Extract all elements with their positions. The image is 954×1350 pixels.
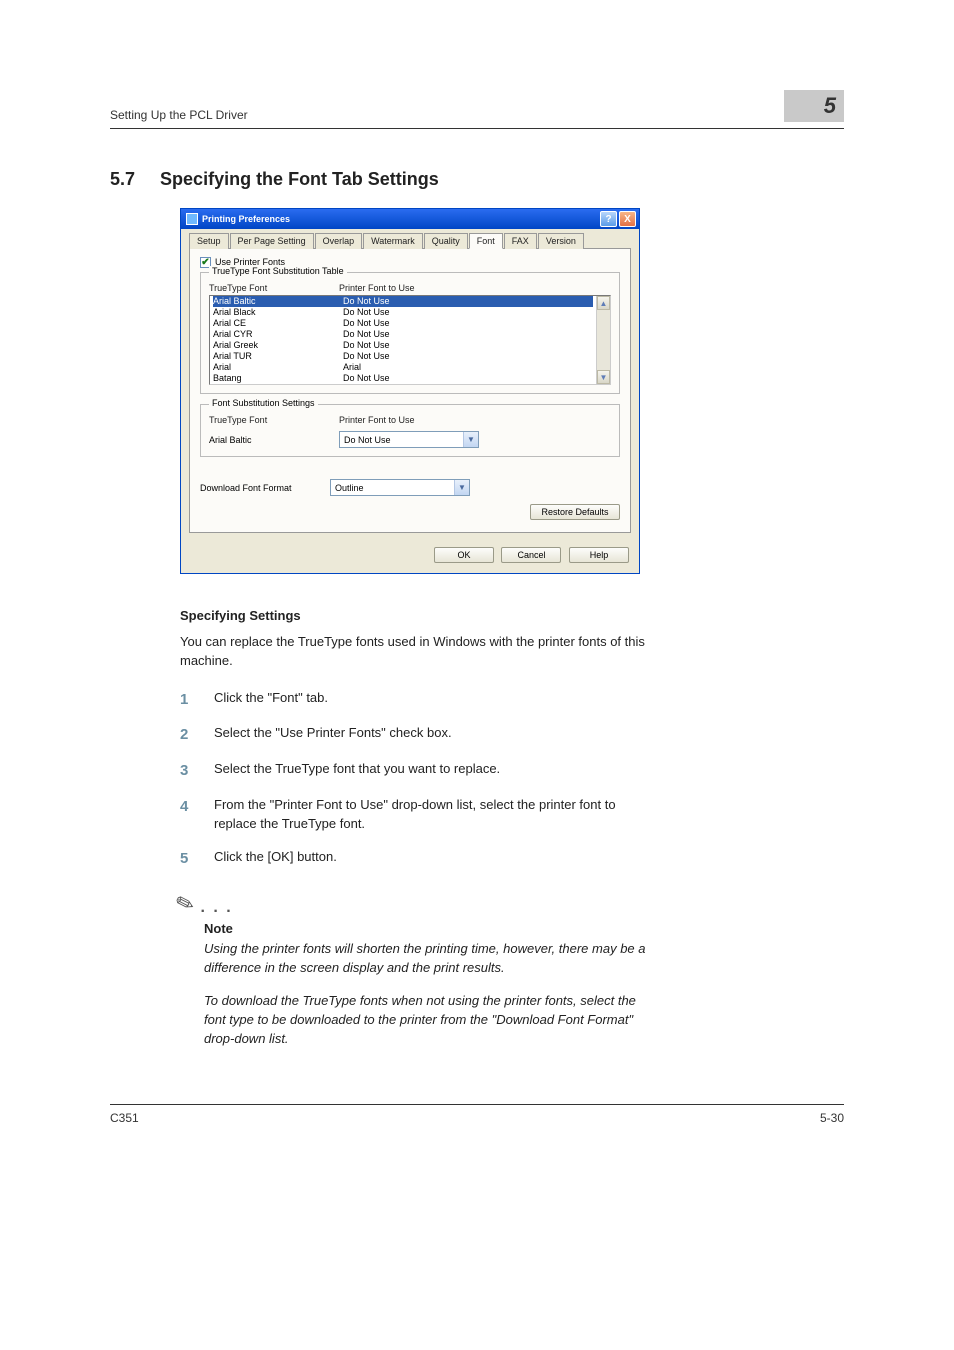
section-heading: Specifying the Font Tab Settings bbox=[160, 169, 439, 189]
step-item: Click the "Font" tab. bbox=[180, 689, 660, 711]
list-item: Arial BlackDo Not Use bbox=[210, 307, 596, 318]
tab-fax[interactable]: FAX bbox=[504, 233, 537, 249]
page-header: Setting Up the PCL Driver 5 bbox=[110, 90, 844, 129]
tab-quality[interactable]: Quality bbox=[424, 233, 468, 249]
restore-defaults-button[interactable]: Restore Defaults bbox=[530, 504, 620, 520]
section-number: 5.7 bbox=[110, 169, 135, 189]
printer-icon bbox=[186, 213, 198, 225]
step-item: Select the "Use Printer Fonts" check box… bbox=[180, 724, 660, 746]
list-item: ArialArial bbox=[210, 362, 596, 373]
font-tab-pane: ✔ Use Printer Fonts TrueType Font Substi… bbox=[189, 248, 631, 533]
dialog-tabs: Setup Per Page Setting Overlap Watermark… bbox=[189, 233, 631, 249]
list-item: Arial TURDo Not Use bbox=[210, 351, 596, 362]
ellipsis-icon: . . . bbox=[200, 899, 232, 917]
tab-per-page-setting[interactable]: Per Page Setting bbox=[230, 233, 314, 249]
note-label: Note bbox=[204, 921, 660, 936]
list-scrollbar[interactable]: ▲ ▼ bbox=[596, 296, 610, 384]
step-item: Select the TrueType font that you want t… bbox=[180, 760, 660, 782]
cancel-button[interactable]: Cancel bbox=[501, 547, 561, 563]
tab-watermark[interactable]: Watermark bbox=[363, 233, 423, 249]
font-list[interactable]: Arial BalticDo Not Use Arial BlackDo Not… bbox=[209, 295, 611, 385]
settings-label-printer-font: Printer Font to Use bbox=[339, 415, 611, 425]
note-paragraph-1: Using the printer fonts will shorten the… bbox=[204, 940, 660, 978]
printer-font-dropdown-value: Do Not Use bbox=[340, 432, 463, 447]
step-item: Click the [OK] button. bbox=[180, 848, 660, 870]
note-paragraph-2: To download the TrueType fonts when not … bbox=[204, 992, 660, 1049]
titlebar-help-button[interactable]: ? bbox=[600, 211, 617, 227]
list-item: Arial GreekDo Not Use bbox=[210, 340, 596, 351]
ok-button[interactable]: OK bbox=[434, 547, 494, 563]
list-item: Arial BalticDo Not Use bbox=[210, 296, 596, 307]
subheading-specifying-settings: Specifying Settings bbox=[180, 608, 660, 623]
scroll-down-button[interactable]: ▼ bbox=[597, 370, 610, 384]
substitution-settings-fieldset: Font Substitution Settings TrueType Font… bbox=[200, 404, 620, 457]
col-header-printer-font: Printer Font to Use bbox=[339, 283, 611, 293]
step-item: From the "Printer Font to Use" drop-down… bbox=[180, 796, 660, 834]
tab-font[interactable]: Font bbox=[469, 233, 503, 249]
selected-truetype-value: Arial Baltic bbox=[209, 435, 339, 445]
intro-paragraph: You can replace the TrueType fonts used … bbox=[180, 633, 660, 671]
header-left-text: Setting Up the PCL Driver bbox=[110, 108, 248, 122]
substitution-table-legend: TrueType Font Substitution Table bbox=[209, 266, 347, 276]
substitution-settings-legend: Font Substitution Settings bbox=[209, 398, 318, 408]
footer-left: C351 bbox=[110, 1111, 139, 1125]
chapter-number-box: 5 bbox=[784, 90, 844, 122]
printer-font-dropdown[interactable]: Do Not Use ▼ bbox=[339, 431, 479, 448]
list-item: Arial CEDo Not Use bbox=[210, 318, 596, 329]
list-item: BatangDo Not Use bbox=[210, 373, 596, 384]
chevron-down-icon[interactable]: ▼ bbox=[454, 480, 469, 495]
settings-label-truetype: TrueType Font bbox=[209, 415, 339, 425]
dialog-title: Printing Preferences bbox=[202, 214, 290, 224]
pencil-icon: ✎ bbox=[172, 889, 198, 919]
scroll-up-button[interactable]: ▲ bbox=[597, 296, 610, 310]
download-font-format-label: Download Font Format bbox=[200, 483, 330, 493]
col-header-truetype: TrueType Font bbox=[209, 283, 339, 293]
printing-preferences-dialog: Printing Preferences ? X Setup Per Page … bbox=[180, 208, 640, 574]
chapter-number: 5 bbox=[824, 93, 836, 119]
chevron-down-icon[interactable]: ▼ bbox=[463, 432, 478, 447]
footer-right: 5-30 bbox=[820, 1111, 844, 1125]
page-footer: C351 5-30 bbox=[110, 1104, 844, 1125]
tab-version[interactable]: Version bbox=[538, 233, 584, 249]
titlebar-close-button[interactable]: X bbox=[619, 211, 636, 227]
steps-list: Click the "Font" tab. Select the "Use Pr… bbox=[180, 689, 660, 870]
dialog-footer: OK Cancel Help bbox=[181, 541, 639, 573]
download-font-format-value: Outline bbox=[331, 480, 454, 495]
substitution-table-fieldset: TrueType Font Substitution Table TrueTyp… bbox=[200, 272, 620, 394]
tab-overlap[interactable]: Overlap bbox=[315, 233, 363, 249]
tab-setup[interactable]: Setup bbox=[189, 233, 229, 249]
list-item: Arial CYRDo Not Use bbox=[210, 329, 596, 340]
download-font-format-dropdown[interactable]: Outline ▼ bbox=[330, 479, 470, 496]
section-title: 5.7 Specifying the Font Tab Settings bbox=[110, 169, 844, 190]
help-button[interactable]: Help bbox=[569, 547, 629, 563]
dialog-titlebar[interactable]: Printing Preferences ? X bbox=[181, 209, 639, 229]
note-icon: ✎ . . . bbox=[176, 891, 660, 917]
